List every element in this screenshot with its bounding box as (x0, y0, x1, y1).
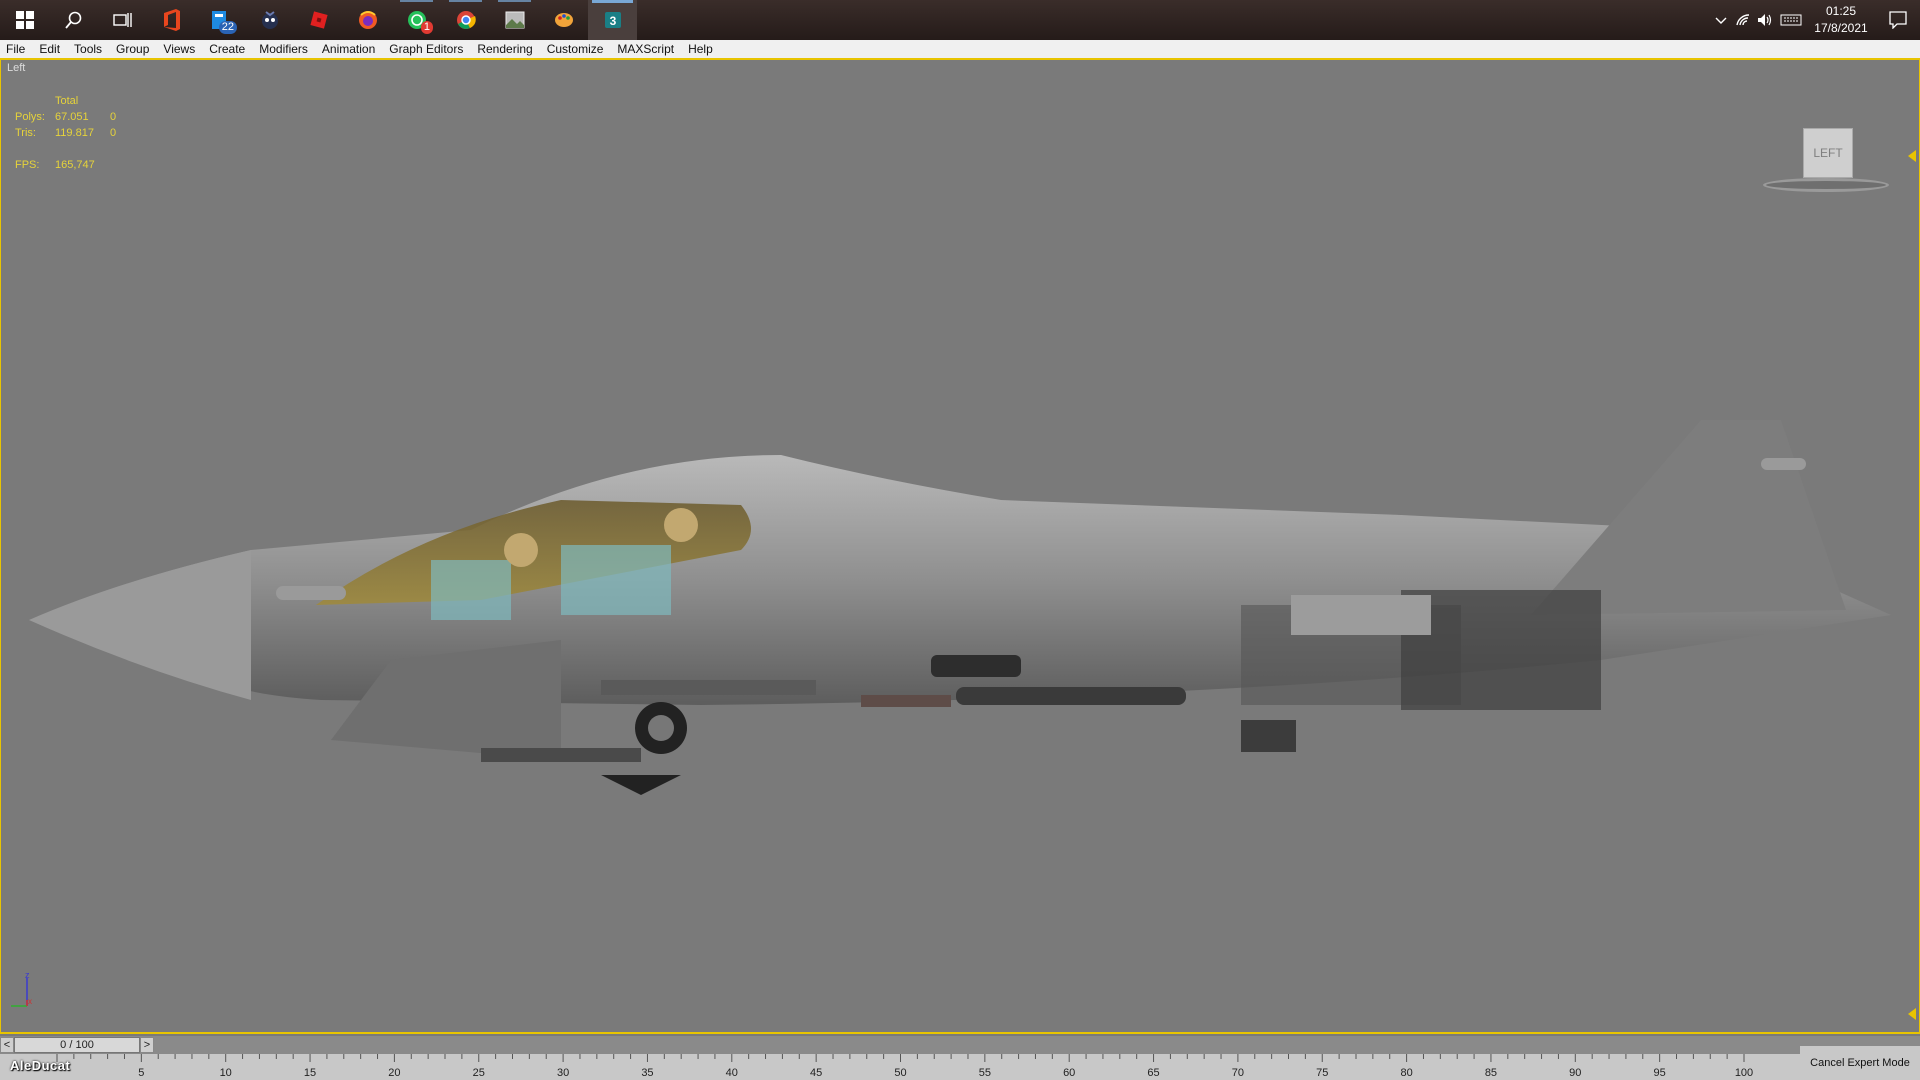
track-tick-label: 55 (979, 1067, 991, 1079)
aircraft-model[interactable] (1, 60, 1919, 1032)
chevron-up-icon (1715, 17, 1727, 24)
menu-group[interactable]: Group (109, 40, 156, 58)
menu-tools[interactable]: Tools (67, 40, 109, 58)
menu-animation[interactable]: Animation (315, 40, 382, 58)
clock-date: 17/8/2021 (1814, 21, 1868, 35)
track-tick-label: 90 (1569, 1067, 1581, 1079)
taskbar-app-3dsmax[interactable]: 3 (588, 0, 637, 40)
taskbar-app-office[interactable] (147, 0, 196, 40)
time-slider-thumb[interactable]: 0 / 100 (14, 1037, 140, 1053)
menu-create[interactable]: Create (202, 40, 252, 58)
wifi-icon (1736, 14, 1750, 26)
keyboard-button[interactable] (1776, 0, 1806, 40)
menu-graph-editors[interactable]: Graph Editors (382, 40, 470, 58)
axis-z-label: z (25, 970, 30, 980)
track-tick-label: 85 (1485, 1067, 1497, 1079)
track-tick-label: 60 (1063, 1067, 1075, 1079)
taskbar-app-whatsapp[interactable]: 1 (392, 0, 441, 40)
chrome-icon (456, 11, 476, 29)
track-tick-label: 75 (1316, 1067, 1328, 1079)
track-tick-label: 45 (810, 1067, 822, 1079)
track-ticks: 5 10 15 20 25 30 35 40 45 50 55 60 65 70 75 80 85 90 95 100 (56, 1054, 1753, 1079)
viewport-left[interactable]: Left Total Polys: 67.051 0 Tris: 119.817 0 F… (0, 60, 1920, 1034)
show-hidden-icons-button[interactable] (1710, 0, 1732, 40)
track-tick-label: 35 (641, 1067, 653, 1079)
menu-customize[interactable]: Customize (540, 40, 611, 58)
taskbar-app-mail[interactable]: 22 (196, 0, 245, 40)
menu-bar: File Edit Tools Group Views Create Modif… (0, 40, 1920, 60)
search-icon (64, 11, 81, 29)
track-tick-label: 5 (138, 1067, 144, 1079)
mail-badge: 22 (218, 21, 237, 34)
3dsmax-icon: 3 (604, 12, 621, 28)
task-view-button[interactable] (98, 0, 147, 40)
menu-file[interactable]: File (0, 40, 32, 58)
taskbar-app-photos[interactable] (490, 0, 539, 40)
track-tick-label: 20 (388, 1067, 400, 1079)
start-button[interactable] (0, 0, 49, 40)
track-tick-label: 65 (1147, 1067, 1159, 1079)
firefox-icon (358, 11, 377, 29)
taskbar-app-game[interactable] (245, 0, 294, 40)
taskbar-app-roblox[interactable] (294, 0, 343, 40)
photos-icon (505, 11, 524, 29)
whatsapp-badge: 1 (420, 21, 433, 34)
track-tick-label: 95 (1654, 1067, 1666, 1079)
track-tick-label: 40 (726, 1067, 738, 1079)
viewcube-ring[interactable] (1763, 178, 1889, 192)
viewport-marker-bottom (1908, 1008, 1916, 1020)
action-center-button[interactable] (1876, 0, 1920, 40)
track-tick-label: 100 (1735, 1067, 1753, 1079)
windows-logo-icon (15, 11, 34, 29)
paint-icon (554, 13, 573, 27)
taskbar-app-paint[interactable] (539, 0, 588, 40)
track-tick-label: 50 (894, 1067, 906, 1079)
taskbar-app-firefox[interactable] (343, 0, 392, 40)
clock[interactable]: 01:25 17/8/2021 (1806, 3, 1876, 37)
axis-tripod-icon: z x (11, 970, 32, 1007)
task-view-icon (112, 13, 132, 27)
track-bar[interactable]: 5 10 15 20 25 30 35 40 45 50 55 60 65 70 75 80 85 90 95 100 (0, 1054, 1800, 1080)
office-icon (163, 9, 180, 31)
track-tick-label: 80 (1400, 1067, 1412, 1079)
viewcube[interactable]: LEFT (1763, 128, 1889, 192)
clock-time: 01:25 (1825, 4, 1857, 18)
roblox-icon (309, 11, 328, 29)
time-slider[interactable]: < 0 / 100 > (0, 1036, 1920, 1054)
menu-views[interactable]: Views (156, 40, 202, 58)
track-tick-label: 10 (220, 1067, 232, 1079)
svg-text:3: 3 (609, 14, 616, 28)
taskbar: 22 1 3 01:25 17/8/2021 (0, 0, 1920, 40)
previous-frame-button[interactable]: < (0, 1037, 14, 1053)
notification-icon (1889, 11, 1907, 29)
menu-rendering[interactable]: Rendering (470, 40, 539, 58)
cancel-expert-mode-button[interactable]: Cancel Expert Mode (1800, 1046, 1920, 1080)
menu-maxscript[interactable]: MAXScript (610, 40, 681, 58)
track-tick-label: 70 (1232, 1067, 1244, 1079)
axis-x-label: x (28, 997, 32, 1006)
network-button[interactable] (1732, 0, 1754, 40)
menu-edit[interactable]: Edit (32, 40, 67, 58)
track-tick-label: 15 (304, 1067, 316, 1079)
track-tick-label: 25 (473, 1067, 485, 1079)
keyboard-icon (1780, 14, 1802, 26)
viewport-marker-top (1908, 150, 1916, 162)
menu-help[interactable]: Help (681, 40, 720, 58)
game-controller-icon (261, 11, 278, 29)
taskbar-app-chrome[interactable] (441, 0, 490, 40)
system-tray: 01:25 17/8/2021 (1710, 0, 1920, 40)
menu-modifiers[interactable]: Modifiers (252, 40, 315, 58)
viewcube-face[interactable]: LEFT (1803, 128, 1853, 178)
speaker-icon (1758, 14, 1772, 26)
search-button[interactable] (49, 0, 98, 40)
next-frame-button[interactable]: > (140, 1037, 154, 1053)
watermark: AleDucat (10, 1058, 71, 1073)
track-tick-label: 30 (557, 1067, 569, 1079)
volume-button[interactable] (1754, 0, 1776, 40)
